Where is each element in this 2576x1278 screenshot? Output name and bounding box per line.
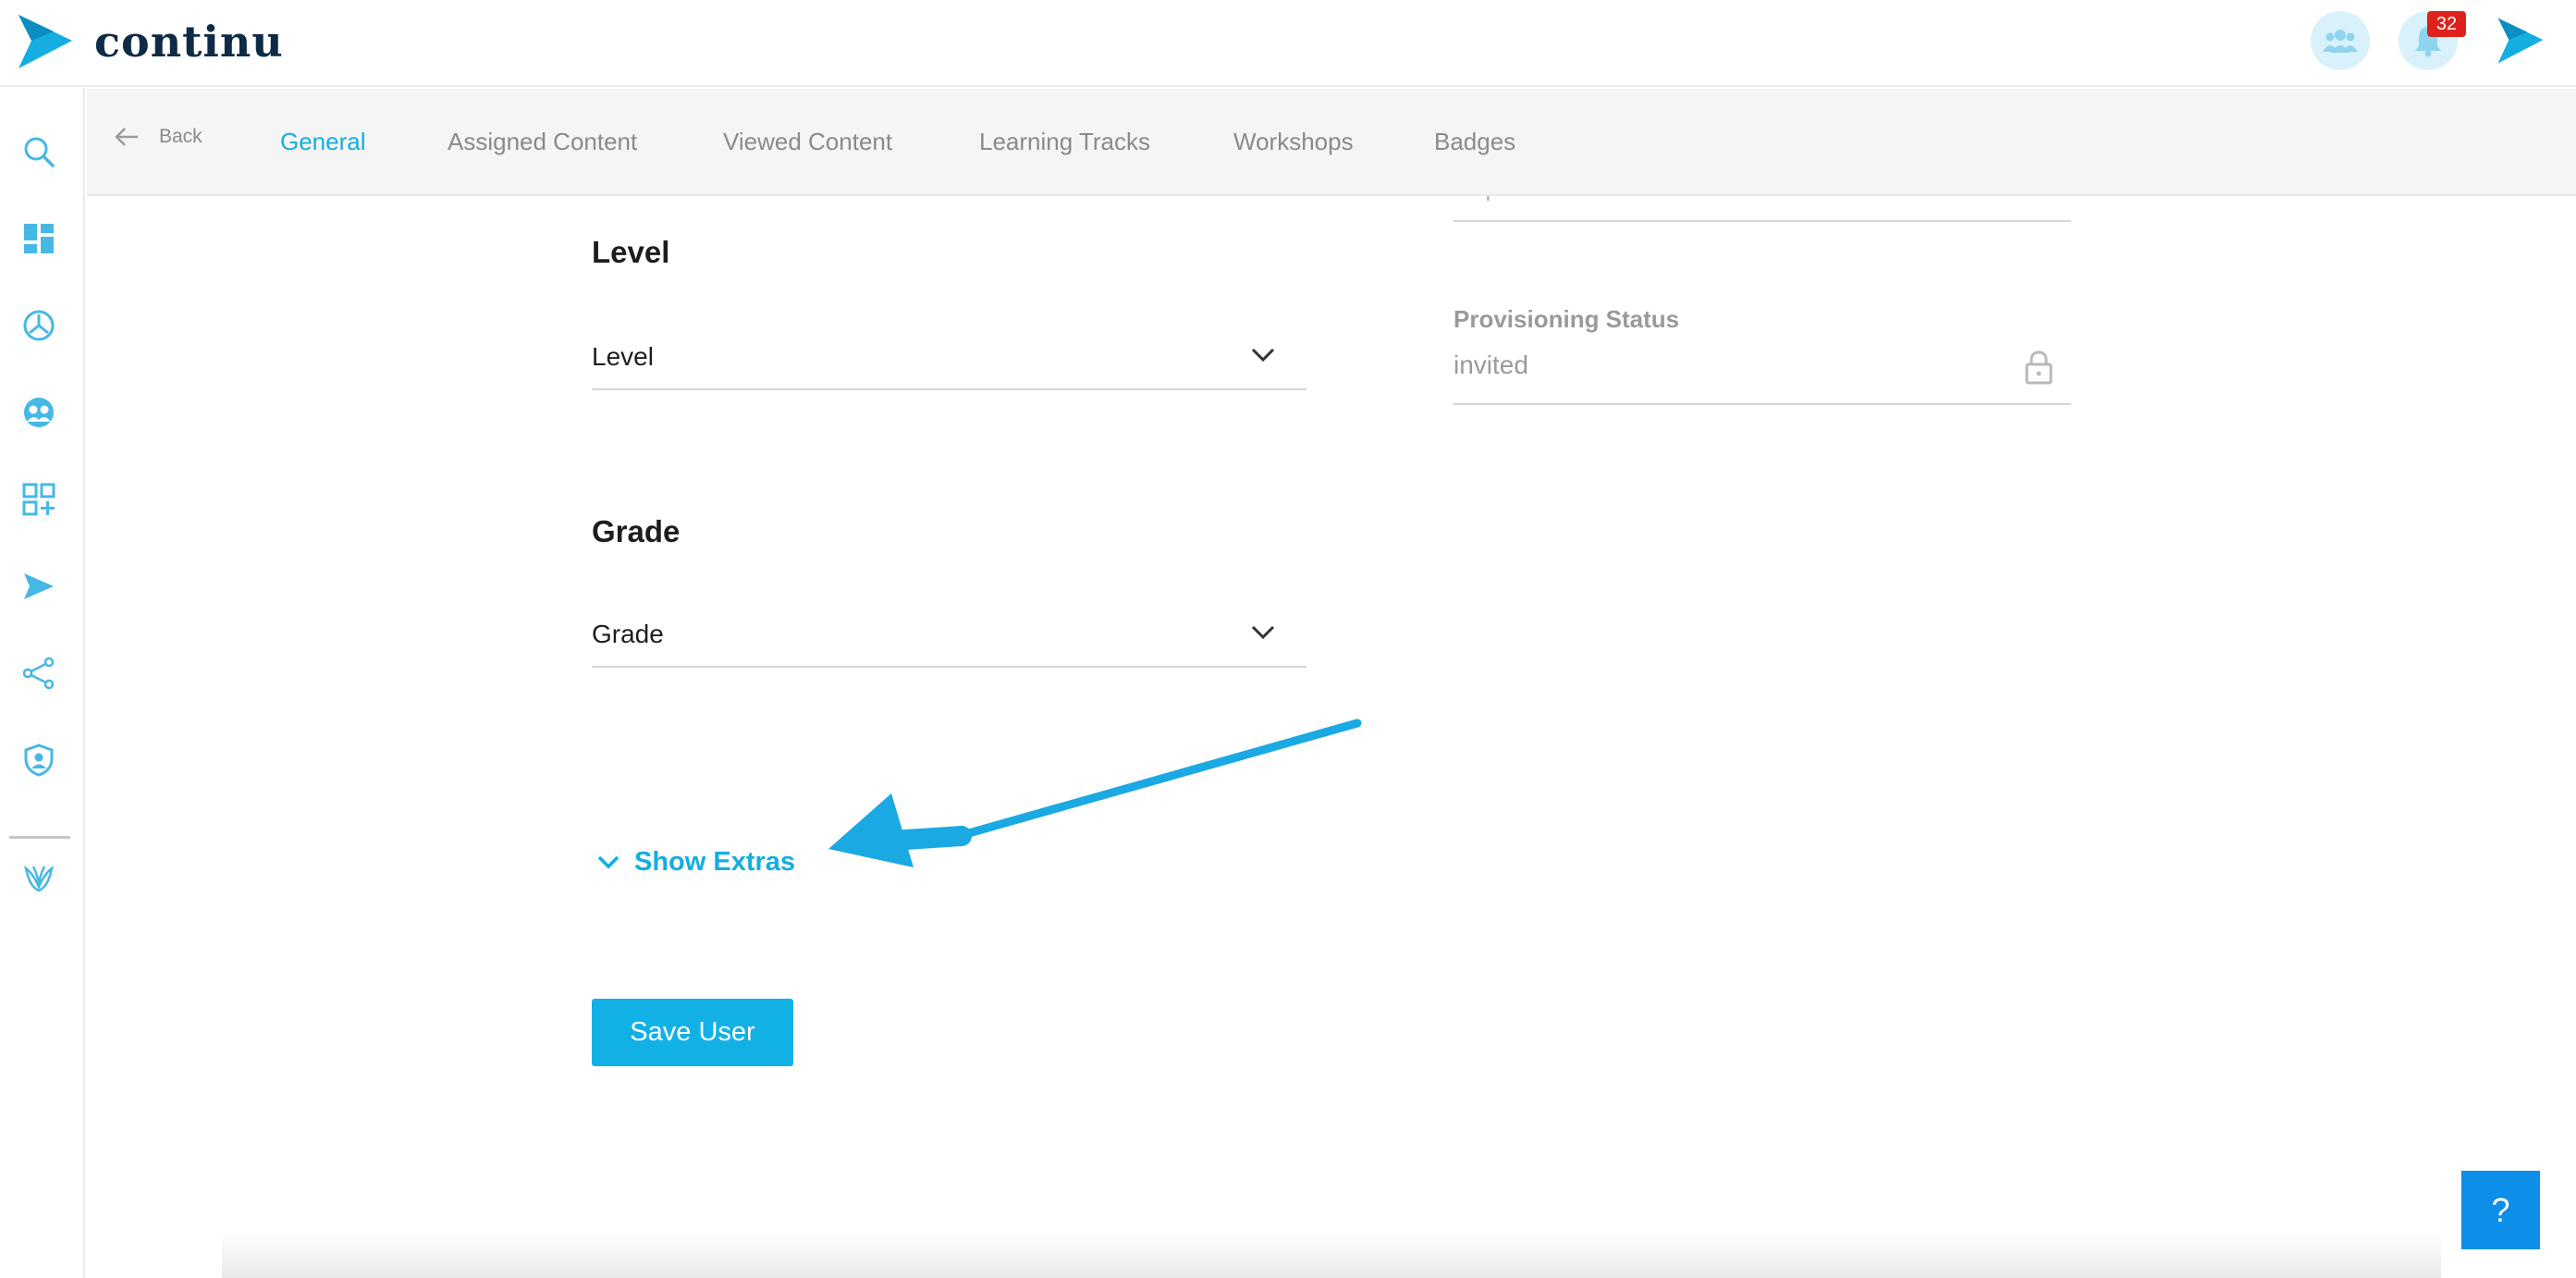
users-icon [2323,30,2358,53]
dashboard-icon [24,224,54,253]
sidebar-divider [9,836,70,839]
provisioning-status-field: Provisioning Status invited [1454,305,2071,405]
tab-assigned-content[interactable]: Assigned Content [448,128,637,156]
search-icon [24,137,55,167]
sidebar-item-send[interactable] [15,562,63,610]
back-label: Back [159,126,202,147]
tab-workshops[interactable]: Workshops [1233,128,1354,156]
sidebar-item-analytics[interactable] [15,301,63,350]
grade-select-value: Grade [592,620,664,648]
continu-logo-icon [18,15,72,68]
shield-user-icon [24,743,54,777]
level-select-value: Level [592,342,654,371]
groups-icon [24,398,54,427]
annotation-arrow-icon [828,719,1362,867]
continu-logo-icon [2497,18,2544,64]
users-button[interactable] [2311,11,2370,70]
lock-icon [2025,350,2053,385]
sidebar-item-groups[interactable] [15,388,63,436]
arrow-left-icon [115,128,138,146]
show-extras-label: Show Extras [634,847,796,877]
tab-learning-tracks[interactable]: Learning Tracks [979,128,1150,156]
level-title: Level [592,235,670,269]
level-select[interactable]: Level [592,335,1306,390]
provisioning-status-underline [1454,403,2071,405]
send-icon [24,573,54,599]
sidebar-item-share[interactable] [15,649,63,697]
share-icon [22,657,55,690]
back-button[interactable]: Back [115,126,202,148]
continu-logo[interactable]: continu [17,13,284,70]
sidebar-item-partner[interactable] [15,854,63,903]
sidebar-item-add-content[interactable] [15,475,63,523]
analytics-icon [23,310,55,341]
date-field-underline [1454,220,2071,222]
tab-viewed-content[interactable]: Viewed Content [723,128,892,156]
top-bar: continu 32 [0,0,2576,87]
bottom-shadow [222,1230,2441,1278]
save-user-button[interactable]: Save User [592,999,793,1066]
chevron-down-icon [1251,625,1275,640]
tab-badges[interactable]: Badges [1434,128,1515,156]
tab-general[interactable]: General [280,128,366,156]
grade-select[interactable]: Grade [592,612,1306,668]
profile-tab-bar: Back General Assigned Content Viewed Con… [87,89,2576,196]
sidebar [0,87,85,1278]
help-button[interactable]: ? [2461,1171,2540,1249]
chevron-down-icon [597,855,619,868]
leaf-icon [24,866,54,892]
add-content-icon [22,483,55,516]
show-extras-toggle[interactable]: Show Extras [597,847,795,878]
grade-title: Grade [592,514,681,548]
sidebar-item-dashboard[interactable] [15,215,63,263]
provisioning-status-label: Provisioning Status [1454,305,1680,333]
sidebar-item-admin[interactable] [15,736,63,784]
notification-count-badge: 32 [2427,11,2466,37]
app-name: continu [94,17,284,67]
chevron-down-icon [1251,348,1275,363]
sidebar-item-search[interactable] [15,128,63,176]
brand-menu-button[interactable] [2496,17,2545,69]
provisioning-status-value: invited [1454,350,1528,379]
